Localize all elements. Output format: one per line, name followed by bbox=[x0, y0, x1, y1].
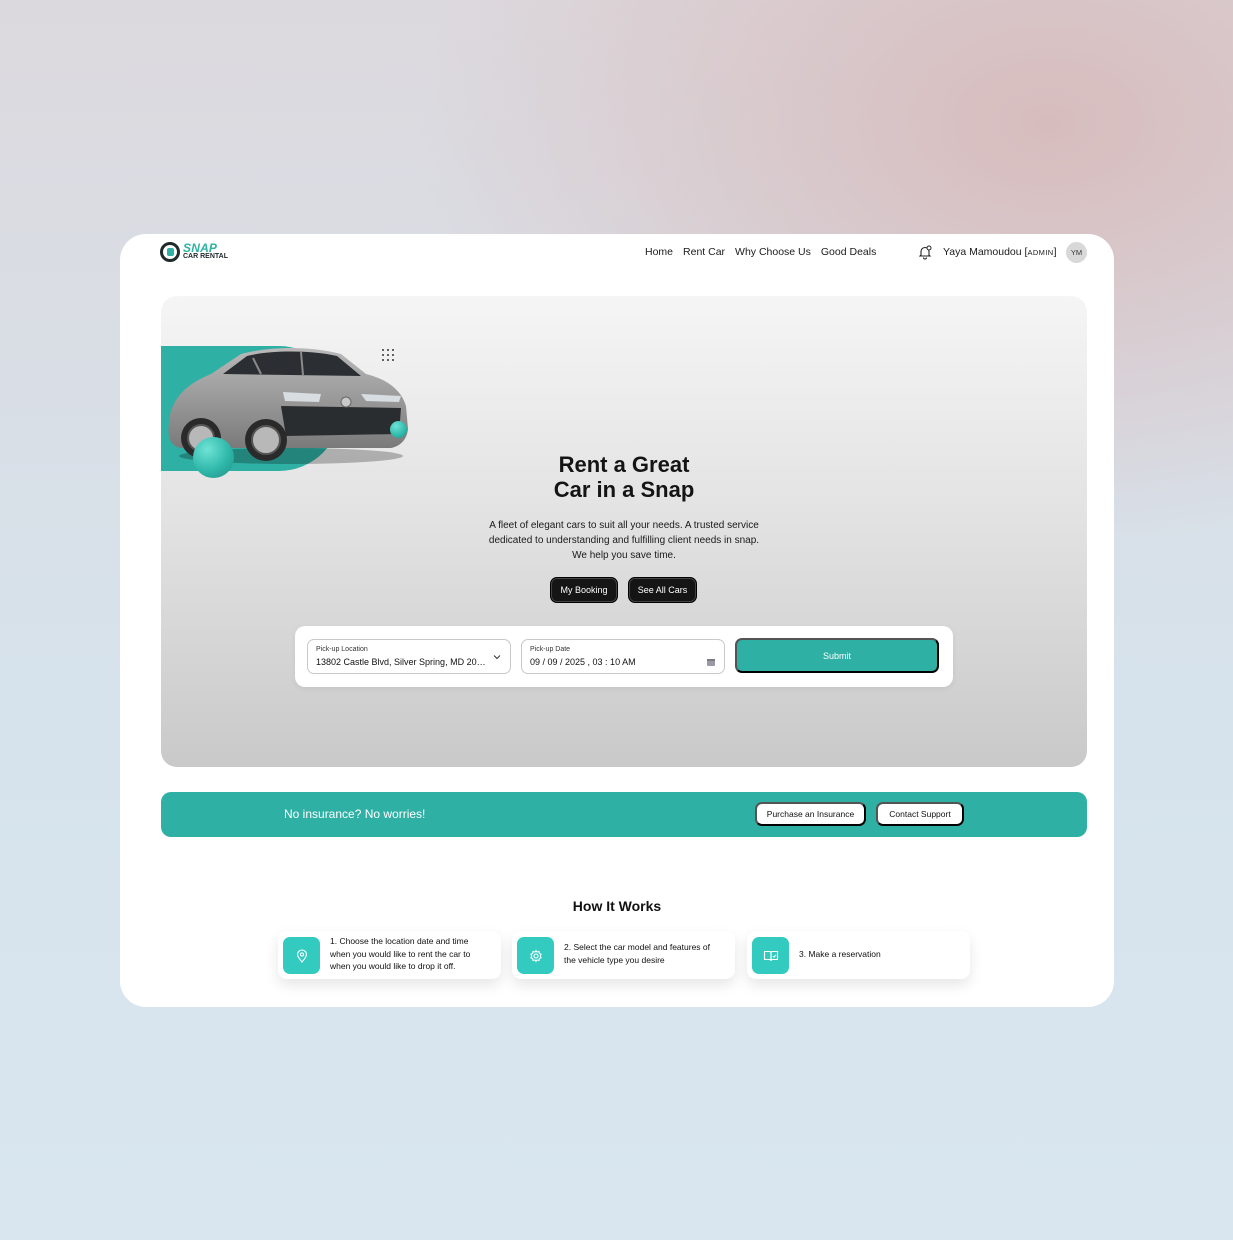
contact-support-button[interactable]: Contact Support bbox=[876, 802, 964, 826]
hero-description: A fleet of elegant cars to suit all your… bbox=[488, 520, 760, 561]
see-all-cars-button[interactable]: See All Cars bbox=[628, 577, 697, 603]
banner-text: No insurance? No worries! bbox=[284, 807, 426, 821]
app-window: SNAP CAR RENTAL Home Rent Car Why Choose… bbox=[120, 234, 1114, 1007]
nav-rent-car[interactable]: Rent Car bbox=[683, 246, 725, 258]
user-name: Yaya Mamoudou bbox=[943, 246, 1022, 258]
location-pin-icon bbox=[283, 937, 320, 974]
nav-good-deals[interactable]: Good Deals bbox=[821, 246, 876, 258]
user-info[interactable]: Yaya Mamoudou [ADMIN] bbox=[943, 246, 1057, 258]
insurance-banner: No insurance? No worries! Purchase an In… bbox=[161, 792, 1087, 837]
pickup-location-value: 13802 Castle Blvd, Silver Spring, MD 209… bbox=[316, 657, 488, 667]
pickup-location-label: Pick-up Location bbox=[316, 646, 368, 653]
how-it-works-title: How It Works bbox=[572, 898, 662, 914]
pickup-date-field[interactable]: Pick-up Date 09 / 09 / 2025 , 03 : 10 AM bbox=[521, 639, 725, 674]
nav-why-choose-us[interactable]: Why Choose Us bbox=[735, 246, 811, 258]
hero-section: Rent a Great Car in a Snap A fleet of el… bbox=[161, 296, 1087, 767]
step-card-1: 1. Choose the location date and time whe… bbox=[278, 931, 501, 979]
brand-subtitle: CAR RENTAL bbox=[183, 252, 228, 260]
decorative-sphere-small bbox=[390, 421, 407, 438]
brand-logo[interactable]: SNAP CAR RENTAL bbox=[160, 242, 228, 262]
step-2-text: 2. Select the car model and features of … bbox=[564, 942, 711, 965]
book-check-icon bbox=[752, 937, 789, 974]
user-role: ADMIN bbox=[1027, 248, 1054, 257]
purchase-insurance-button[interactable]: Purchase an Insurance bbox=[755, 802, 866, 826]
pickup-location-field[interactable]: Pick-up Location 13802 Castle Blvd, Silv… bbox=[307, 639, 511, 674]
nav-home[interactable]: Home bbox=[645, 246, 673, 258]
pickup-date-label: Pick-up Date bbox=[530, 646, 571, 653]
brand-name: SNAP bbox=[183, 240, 218, 255]
bell-icon[interactable] bbox=[917, 244, 933, 260]
step-card-2: 2. Select the car model and features of … bbox=[512, 931, 735, 979]
chevron-down-icon[interactable] bbox=[492, 652, 502, 662]
step-card-3: 3. Make a reservation bbox=[747, 931, 970, 979]
submit-button[interactable]: Submit bbox=[735, 638, 939, 673]
dots-grid-icon bbox=[382, 349, 394, 361]
avatar[interactable]: YM bbox=[1066, 242, 1087, 263]
pickup-date-value: 09 / 09 / 2025 , 03 : 10 AM bbox=[530, 657, 636, 667]
main-nav: Home Rent Car Why Choose Us Good Deals bbox=[645, 246, 876, 258]
calendar-icon[interactable] bbox=[706, 657, 716, 667]
hero-title: Rent a Great Car in a Snap bbox=[553, 452, 695, 502]
my-booking-button[interactable]: My Booking bbox=[550, 577, 618, 603]
gear-icon bbox=[517, 937, 554, 974]
step-3-text: 3. Make a reservation bbox=[799, 949, 881, 959]
search-form: Pick-up Location 13802 Castle Blvd, Silv… bbox=[295, 626, 953, 687]
snap-logo-icon bbox=[160, 242, 180, 262]
step-1-text: 1. Choose the location date and time whe… bbox=[330, 936, 471, 971]
